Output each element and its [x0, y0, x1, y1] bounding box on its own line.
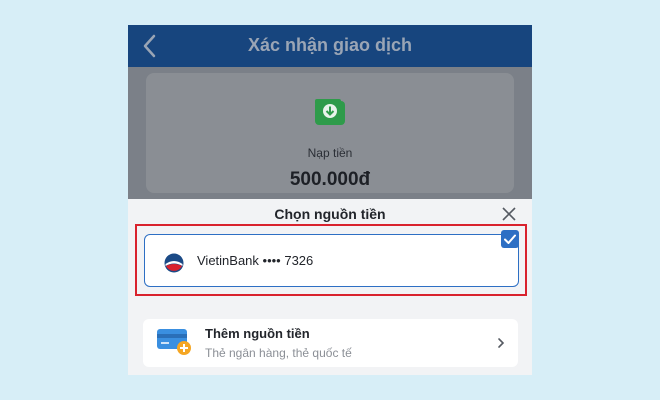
wallet-download-icon — [315, 99, 345, 125]
add-source-subtitle: Thẻ ngân hàng, thẻ quốc tế — [205, 346, 352, 360]
add-source-title: Thêm nguồn tiền — [205, 326, 310, 341]
chevron-right-icon — [498, 338, 505, 348]
source-item-vietinbank[interactable]: VietinBank •••• 7326 — [144, 234, 519, 287]
transaction-type: Nạp tiền — [307, 146, 353, 160]
funding-source-sheet: Chọn nguồn tiền VietinBank •••• 7326 Thê… — [128, 199, 532, 375]
card-add-icon — [157, 329, 191, 355]
selected-check — [501, 230, 519, 248]
check-icon — [504, 234, 516, 244]
sheet-title: Chọn nguồn tiền — [274, 206, 386, 222]
phone-screen: Xác nhận giao dịch Nạp tiền 500.000đ Chọ… — [128, 25, 532, 375]
close-button[interactable] — [498, 203, 520, 225]
close-icon — [502, 207, 516, 221]
source-label: VietinBank •••• 7326 — [197, 253, 314, 268]
transaction-amount: 500.000đ — [289, 169, 371, 190]
page-title: Xác nhận giao dịch — [247, 35, 413, 55]
highlight-frame: VietinBank •••• 7326 — [135, 224, 527, 296]
add-source-button[interactable]: Thêm nguồn tiền Thẻ ngân hàng, thẻ quốc … — [143, 319, 518, 367]
vietinbank-logo-icon — [164, 253, 184, 273]
header: Xác nhận giao dịch — [128, 25, 532, 67]
